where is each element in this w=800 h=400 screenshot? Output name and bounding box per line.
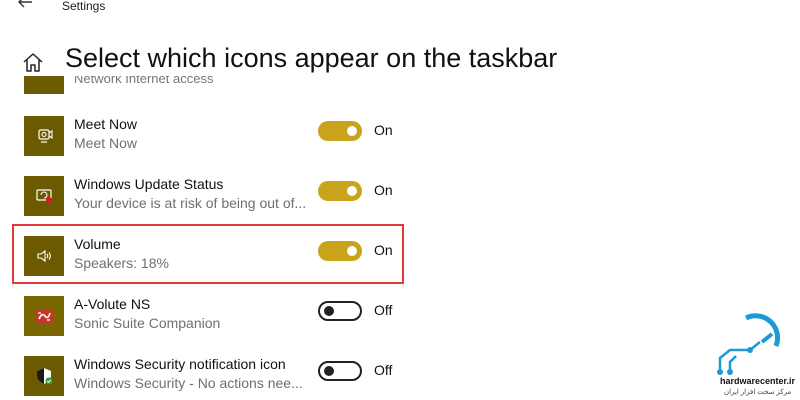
item-subtitle: Your device is at risk of being out of..… <box>74 195 307 211</box>
back-arrow-icon <box>18 0 32 8</box>
toggle-knob <box>347 126 357 136</box>
highlight-box <box>12 224 404 284</box>
meet-now-toggle[interactable] <box>318 121 362 141</box>
list-item-windows-update: Windows Update Status Your device is at … <box>24 176 404 220</box>
toggle-state-label: Off <box>374 302 393 318</box>
item-name: Windows Security notification icon <box>74 356 286 372</box>
toggle-knob <box>324 306 334 316</box>
a-volute-tile <box>24 296 64 336</box>
windows-update-tile <box>24 176 64 216</box>
back-button[interactable] <box>14 0 36 10</box>
windows-security-tile <box>24 356 64 396</box>
toggle-state-label: On <box>374 182 393 198</box>
watermark-name: hardwarecenter.ir <box>720 376 796 386</box>
item-name: A-Volute NS <box>74 296 151 312</box>
sonic-suite-icon <box>35 309 53 323</box>
a-volute-toggle[interactable] <box>318 301 362 321</box>
item-subtitle: Sonic Suite Companion <box>74 315 221 331</box>
list-item-partial: Network Internet access <box>24 76 404 96</box>
item-subtitle: Meet Now <box>74 135 138 151</box>
item-name: Windows Update Status <box>74 176 224 192</box>
list-item-meet-now: Meet Now Meet Now On <box>24 116 404 160</box>
windows-update-icon <box>36 189 52 203</box>
toggle-knob <box>324 366 334 376</box>
toggle-state-label: On <box>374 122 393 138</box>
item-name: Meet Now <box>74 116 138 132</box>
list-item-windows-security: Windows Security notification icon Windo… <box>24 356 404 400</box>
watermark-subtitle: مرکز سخت افزار ایران <box>724 389 792 396</box>
list-item-a-volute: A-Volute NS Sonic Suite Companion Off <box>24 296 404 340</box>
page-title: Select which icons appear on the taskbar <box>65 43 558 73</box>
app-title: Settings <box>62 0 106 13</box>
meet-now-tile <box>24 116 64 156</box>
item-icon-tile <box>24 76 64 94</box>
title-bar: Settings <box>0 0 800 14</box>
toggle-state-label: Off <box>374 362 393 378</box>
circuit-logo-icon <box>717 313 781 375</box>
home-icon <box>23 53 43 72</box>
item-subtitle: Network Internet access <box>74 76 214 86</box>
toggle-knob <box>347 186 357 196</box>
meet-now-icon <box>38 129 53 143</box>
item-subtitle: Windows Security - No actions nee... <box>74 375 303 391</box>
windows-security-shield-icon <box>37 368 53 385</box>
windows-security-toggle[interactable] <box>318 361 362 381</box>
home-button[interactable] <box>20 50 46 76</box>
windows-update-toggle[interactable] <box>318 181 362 201</box>
